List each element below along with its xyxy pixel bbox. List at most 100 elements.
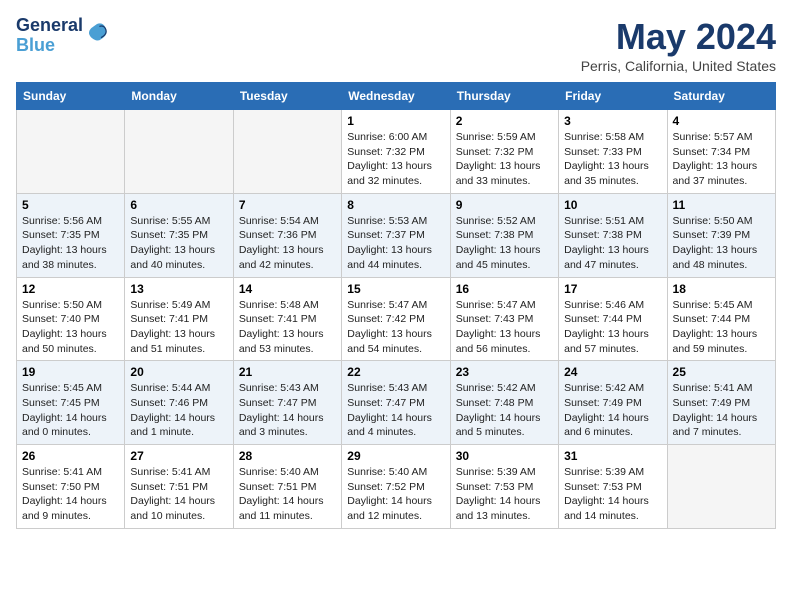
day-info: Sunrise: 5:44 AM Sunset: 7:46 PM Dayligh… [130, 381, 227, 440]
day-number: 18 [673, 282, 770, 296]
day-number: 11 [673, 198, 770, 212]
table-row: 28Sunrise: 5:40 AM Sunset: 7:51 PM Dayli… [233, 445, 341, 529]
table-row: 9 Sunrise: 5:52 AM Sunset: 7:38 PM Daylig… [450, 193, 558, 277]
day-info: Sunrise: 5:48 AM Sunset: 7:41 PM Dayligh… [239, 298, 336, 357]
page-header: GeneralBlue May 2024 Perris, California,… [16, 16, 776, 74]
day-info: Sunrise: 5:43 AM Sunset: 7:47 PM Dayligh… [239, 381, 336, 440]
table-row: 22Sunrise: 5:43 AM Sunset: 7:47 PM Dayli… [342, 361, 450, 445]
day-number: 17 [564, 282, 661, 296]
calendar-header-row: Sunday Monday Tuesday Wednesday Thursday… [17, 83, 776, 110]
day-info: Sunrise: 5:47 AM Sunset: 7:42 PM Dayligh… [347, 298, 444, 357]
table-row: 1Sunrise: 6:00 AM Sunset: 7:32 PM Daylig… [342, 110, 450, 194]
day-number: 30 [456, 449, 553, 463]
day-number: 25 [673, 365, 770, 379]
day-number: 7 [239, 198, 336, 212]
day-number: 27 [130, 449, 227, 463]
day-info: Sunrise: 5:45 AM Sunset: 7:45 PM Dayligh… [22, 381, 119, 440]
table-row [667, 445, 775, 529]
calendar-week-row: 26 Sunrise: 5:41 AM Sunset: 7:50 PM Dayli… [17, 445, 776, 529]
day-info: Sunrise: 5:40 AM Sunset: 7:52 PM Dayligh… [347, 465, 444, 524]
table-row: 6Sunrise: 5:55 AM Sunset: 7:35 PM Daylig… [125, 193, 233, 277]
day-info: Sunrise: 5:58 AM Sunset: 7:33 PM Dayligh… [564, 130, 661, 189]
table-row: 11 Sunrise: 5:50 AM Sunset: 7:39 PM Dayli… [667, 193, 775, 277]
day-number: 16 [456, 282, 553, 296]
col-thursday: Thursday [450, 83, 558, 110]
calendar-week-row: 12 Sunrise: 5:50 AM Sunset: 7:40 PM Dayli… [17, 277, 776, 361]
day-info: Sunrise: 5:54 AM Sunset: 7:36 PM Dayligh… [239, 214, 336, 273]
calendar-week-row: 1Sunrise: 6:00 AM Sunset: 7:32 PM Daylig… [17, 110, 776, 194]
title-block: May 2024 Perris, California, United Stat… [581, 16, 776, 74]
day-number: 10 [564, 198, 661, 212]
table-row: 16 Sunrise: 5:47 AM Sunset: 7:43 PM Dayli… [450, 277, 558, 361]
day-info: Sunrise: 5:55 AM Sunset: 7:35 PM Dayligh… [130, 214, 227, 273]
day-number: 9 [456, 198, 553, 212]
table-row: 23 Sunrise: 5:42 AM Sunset: 7:48 PM Dayli… [450, 361, 558, 445]
day-number: 13 [130, 282, 227, 296]
col-friday: Friday [559, 83, 667, 110]
day-number: 22 [347, 365, 444, 379]
col-tuesday: Tuesday [233, 83, 341, 110]
table-row: 29 Sunrise: 5:40 AM Sunset: 7:52 PM Dayli… [342, 445, 450, 529]
day-info: Sunrise: 5:47 AM Sunset: 7:43 PM Dayligh… [456, 298, 553, 357]
table-row: 12 Sunrise: 5:50 AM Sunset: 7:40 PM Dayli… [17, 277, 125, 361]
col-wednesday: Wednesday [342, 83, 450, 110]
table-row: 15 Sunrise: 5:47 AM Sunset: 7:42 PM Dayli… [342, 277, 450, 361]
day-number: 3 [564, 114, 661, 128]
day-info: Sunrise: 5:52 AM Sunset: 7:38 PM Dayligh… [456, 214, 553, 273]
day-info: Sunrise: 5:50 AM Sunset: 7:39 PM Dayligh… [673, 214, 770, 273]
table-row: 31 Sunrise: 5:39 AM Sunset: 7:53 PM Dayli… [559, 445, 667, 529]
table-row: 10 Sunrise: 5:51 AM Sunset: 7:38 PM Dayli… [559, 193, 667, 277]
table-row: 18 Sunrise: 5:45 AM Sunset: 7:44 PM Dayli… [667, 277, 775, 361]
table-row: 20 Sunrise: 5:44 AM Sunset: 7:46 PM Dayli… [125, 361, 233, 445]
table-row: 3 Sunrise: 5:58 AM Sunset: 7:33 PM Daylig… [559, 110, 667, 194]
table-row [125, 110, 233, 194]
day-number: 8 [347, 198, 444, 212]
day-info: Sunrise: 5:51 AM Sunset: 7:38 PM Dayligh… [564, 214, 661, 273]
day-number: 29 [347, 449, 444, 463]
location: Perris, California, United States [581, 58, 776, 74]
day-info: Sunrise: 5:53 AM Sunset: 7:37 PM Dayligh… [347, 214, 444, 273]
table-row: 7 Sunrise: 5:54 AM Sunset: 7:36 PM Daylig… [233, 193, 341, 277]
table-row: 2 Sunrise: 5:59 AM Sunset: 7:32 PM Daylig… [450, 110, 558, 194]
logo-text: GeneralBlue [16, 16, 83, 56]
table-row: 27 Sunrise: 5:41 AM Sunset: 7:51 PM Dayli… [125, 445, 233, 529]
day-number: 31 [564, 449, 661, 463]
table-row: 17 Sunrise: 5:46 AM Sunset: 7:44 PM Dayli… [559, 277, 667, 361]
day-info: Sunrise: 5:41 AM Sunset: 7:51 PM Dayligh… [130, 465, 227, 524]
day-info: Sunrise: 5:39 AM Sunset: 7:53 PM Dayligh… [564, 465, 661, 524]
day-number: 14 [239, 282, 336, 296]
table-row: 26 Sunrise: 5:41 AM Sunset: 7:50 PM Dayli… [17, 445, 125, 529]
day-number: 4 [673, 114, 770, 128]
table-row: 4Sunrise: 5:57 AM Sunset: 7:34 PM Daylig… [667, 110, 775, 194]
calendar-week-row: 5Sunrise: 5:56 AM Sunset: 7:35 PM Daylig… [17, 193, 776, 277]
day-info: Sunrise: 5:46 AM Sunset: 7:44 PM Dayligh… [564, 298, 661, 357]
logo-icon [85, 20, 109, 44]
day-info: Sunrise: 5:59 AM Sunset: 7:32 PM Dayligh… [456, 130, 553, 189]
day-number: 2 [456, 114, 553, 128]
day-number: 23 [456, 365, 553, 379]
day-info: Sunrise: 5:42 AM Sunset: 7:48 PM Dayligh… [456, 381, 553, 440]
col-monday: Monday [125, 83, 233, 110]
table-row: 19Sunrise: 5:45 AM Sunset: 7:45 PM Dayli… [17, 361, 125, 445]
calendar-week-row: 19Sunrise: 5:45 AM Sunset: 7:45 PM Dayli… [17, 361, 776, 445]
day-number: 12 [22, 282, 119, 296]
calendar-table: Sunday Monday Tuesday Wednesday Thursday… [16, 82, 776, 529]
day-number: 20 [130, 365, 227, 379]
table-row [17, 110, 125, 194]
table-row: 14 Sunrise: 5:48 AM Sunset: 7:41 PM Dayli… [233, 277, 341, 361]
day-number: 26 [22, 449, 119, 463]
day-number: 28 [239, 449, 336, 463]
table-row [233, 110, 341, 194]
day-number: 1 [347, 114, 444, 128]
day-number: 5 [22, 198, 119, 212]
table-row: 21Sunrise: 5:43 AM Sunset: 7:47 PM Dayli… [233, 361, 341, 445]
day-info: Sunrise: 5:45 AM Sunset: 7:44 PM Dayligh… [673, 298, 770, 357]
table-row: 30Sunrise: 5:39 AM Sunset: 7:53 PM Dayli… [450, 445, 558, 529]
day-info: Sunrise: 5:50 AM Sunset: 7:40 PM Dayligh… [22, 298, 119, 357]
col-saturday: Saturday [667, 83, 775, 110]
table-row: 24Sunrise: 5:42 AM Sunset: 7:49 PM Dayli… [559, 361, 667, 445]
logo: GeneralBlue [16, 16, 109, 56]
day-info: Sunrise: 5:41 AM Sunset: 7:49 PM Dayligh… [673, 381, 770, 440]
day-info: Sunrise: 5:41 AM Sunset: 7:50 PM Dayligh… [22, 465, 119, 524]
day-number: 15 [347, 282, 444, 296]
